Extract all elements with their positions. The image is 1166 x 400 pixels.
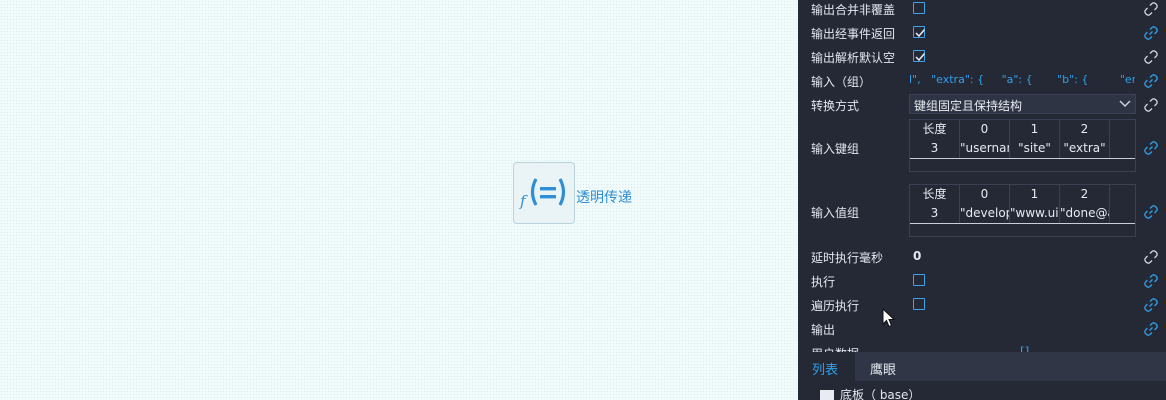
table-header: 长度 [910,185,960,204]
execute-checkbox[interactable] [913,274,925,286]
table-divider [910,223,1135,224]
table-cell[interactable]: "username" [960,139,1010,158]
layer-swatch-icon [820,390,834,400]
row-output: 输出 [798,317,1166,341]
parse-default-checkbox[interactable] [913,50,926,62]
chevron-down-icon [1119,100,1131,107]
table-header: 1 [1010,120,1060,139]
unlink-icon[interactable] [1144,2,1158,16]
row-output-merge: 输出合并非覆盖 [798,0,1166,21]
link-icon[interactable] [1144,322,1158,336]
unlink-icon[interactable] [1144,98,1158,112]
row-label: 转换方式 [811,99,860,113]
link-icon[interactable] [1144,141,1158,155]
tab-list[interactable]: 列表 [812,359,838,378]
delay-value[interactable]: 0 [913,249,921,263]
link-icon[interactable] [1144,74,1158,88]
table-cell[interactable]: "www.uiotos.net" [1010,204,1060,223]
row-label: 输出解析默认空 [811,51,896,65]
mouse-cursor-icon [882,308,896,328]
node-label: 透明传递 [576,190,632,206]
merge-checkbox[interactable] [913,2,925,14]
bottom-tab-bar: 列表 鹰眼 [798,352,1166,381]
tree-item-label: 底板（ base） [840,388,921,400]
svg-text:f: f [519,192,528,210]
table-cell[interactable]: 3 [910,139,960,158]
event-return-checkbox[interactable] [913,26,926,38]
function-node[interactable]: f [513,162,575,224]
row-iterate: 遍历执行 [798,293,1166,317]
link-icon[interactable] [1144,274,1158,288]
table-header: 2 [1060,185,1110,204]
table-header: 0 [960,120,1010,139]
inputs-value[interactable]: l", "extra": { "a": { "b": { "email" [909,73,1135,86]
row-convert-mode: 转换方式 键组固定且保持结构 [798,93,1166,117]
table-cell[interactable]: "done@aiotos.com" [1060,204,1110,223]
row-label: 遍历执行 [811,299,860,313]
property-panel: 输出合并非覆盖 输出经事件返回 输出解析默认空 输入（组） l", "extra… [798,0,1166,400]
check-icon [915,53,926,62]
row-label: 输入（组） [811,75,872,89]
function-equals-icon: f [519,178,566,210]
row-label: 输出经事件返回 [811,27,896,41]
link-icon[interactable] [1144,205,1158,219]
convert-mode-select[interactable]: 键组固定且保持结构 [909,94,1136,114]
row-execute: 执行 [798,269,1166,293]
row-label: 延时执行毫秒 [811,251,884,265]
row-label: 输入键组 [811,142,860,156]
row-parse-default: 输出解析默认空 [798,45,1166,69]
table-header: 长度 [910,120,960,139]
select-value: 键组固定且保持结构 [914,99,1023,113]
unlink-icon[interactable] [1144,50,1158,64]
value-group-table[interactable]: 长度 0 1 2 3 "developer" "www.uiotos.net" … [909,184,1136,237]
row-label: 输入值组 [811,206,860,220]
row-delay: 延时执行毫秒 0 [798,245,1166,269]
row-label: 执行 [811,275,836,289]
table-cell[interactable]: "site" [1010,139,1060,158]
check-icon [915,29,926,38]
link-icon[interactable] [1144,26,1158,40]
table-header: 1 [1010,185,1060,204]
row-label: 输出 [811,323,836,337]
row-label: 输出合并非覆盖 [811,3,896,17]
row-inputs: 输入（组） l", "extra": { "a": { "b": { "emai… [798,69,1166,93]
table-header: 0 [960,185,1010,204]
table-cell[interactable]: "developer" [960,204,1010,223]
table-cell[interactable]: 3 [910,204,960,223]
key-group-table[interactable]: 长度 0 1 2 3 "username" "site" "extra" [909,119,1136,172]
unlink-icon[interactable] [1144,250,1158,264]
table-divider [910,158,1135,159]
iterate-checkbox[interactable] [913,298,925,310]
table-cell[interactable]: "extra" [1060,139,1110,158]
row-event-return: 输出经事件返回 [798,21,1166,45]
tab-eagle-eye[interactable]: 鹰眼 [870,359,896,378]
link-icon[interactable] [1144,298,1158,312]
table-header: 2 [1060,120,1110,139]
